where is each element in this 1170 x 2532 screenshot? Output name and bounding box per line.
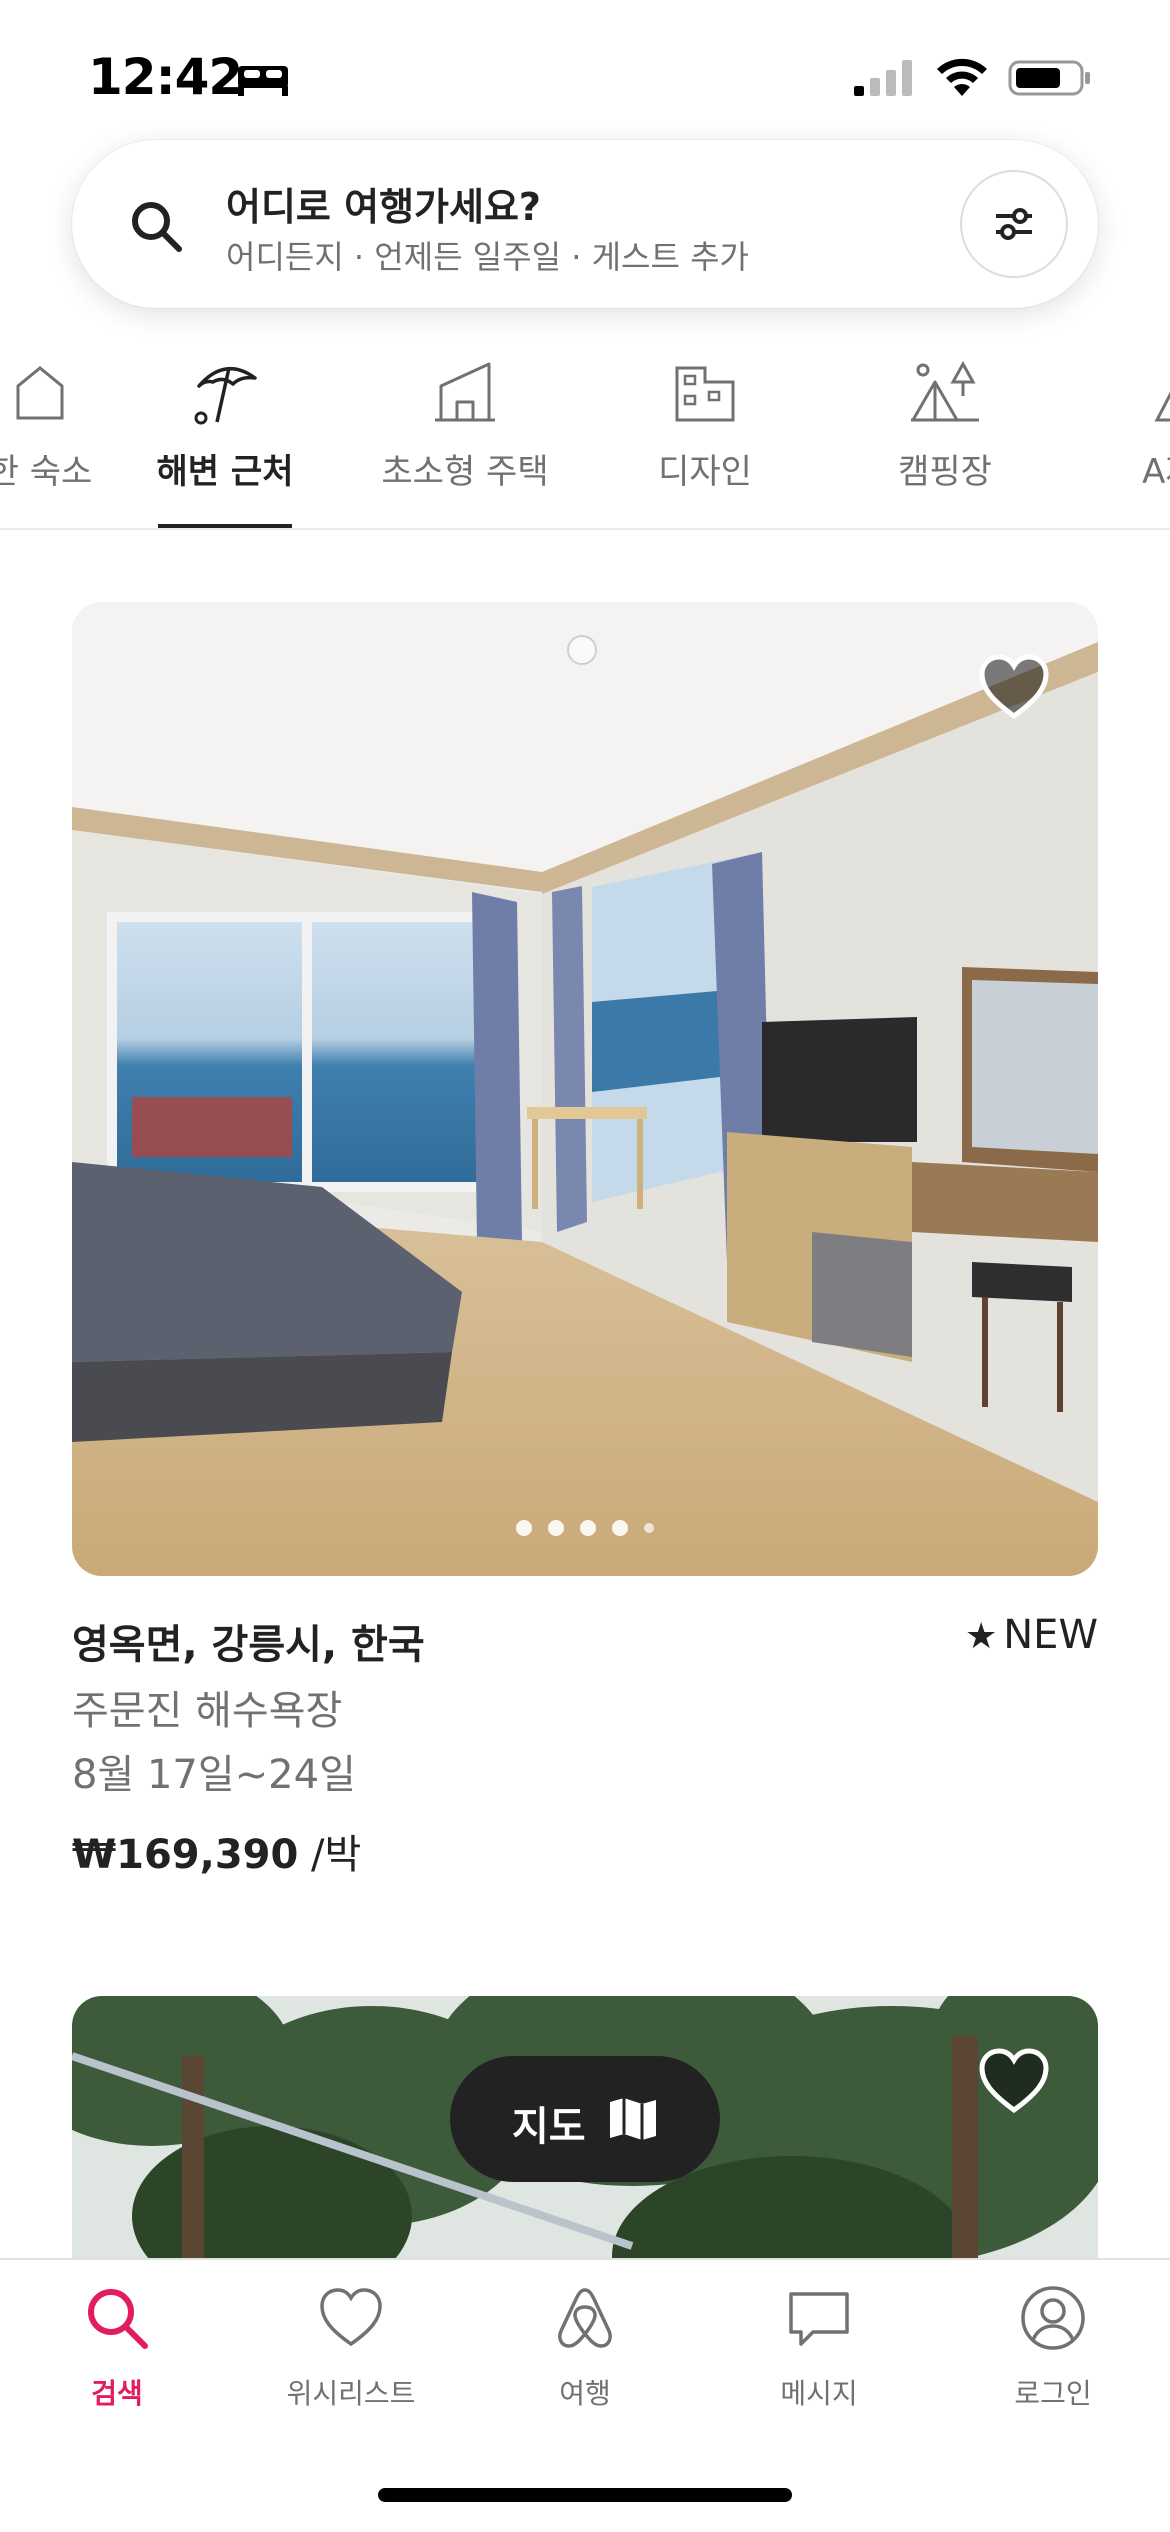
nav-label: 위시리스트 [286, 2377, 416, 2410]
house-icon [16, 366, 64, 420]
search-subtitle: 어디든지 · 언제든 일주일 · 게스트 추가 [226, 238, 749, 276]
wishlist-heart-icon[interactable] [978, 654, 1050, 720]
wifi-icon [937, 58, 987, 96]
category-a-frame[interactable]: A자형 [1085, 338, 1170, 528]
map-button-label: 지도 [512, 2104, 586, 2150]
nav-label: 로그인 [1014, 2377, 1092, 2410]
tiny-house-icon [435, 362, 495, 422]
pagination-dot [516, 1520, 532, 1536]
photo-pagination-dots [72, 1520, 1098, 1540]
nav-wishlist[interactable]: 위시리스트 [251, 2284, 451, 2414]
pagination-dot [644, 1523, 654, 1533]
category-house[interactable]: 한 숙소 [0, 338, 140, 528]
category-label: 초소형 주택 [381, 452, 549, 492]
rating-text: NEW [1003, 1612, 1098, 1658]
pagination-dot [548, 1520, 564, 1536]
nav-label: 여행 [559, 2377, 611, 2410]
filter-sliders-icon [996, 208, 1032, 240]
category-label: 캠핑장 [898, 452, 992, 492]
listing-title[interactable]: 영옥면, 강릉시, 한국 [72, 1612, 425, 1670]
map-icon [610, 2098, 656, 2140]
star-icon: ★ [964, 1616, 998, 1657]
listing-subtitle: 주문진 해수욕장 [72, 1688, 343, 1734]
category-bar: 한 숙소 해변 근처 초소형 주택 디자인 캠핑장 [0, 338, 1170, 530]
nav-trips[interactable]: 여행 [485, 2284, 685, 2414]
heart-icon [320, 2288, 382, 2347]
price-unit: /박 [298, 1832, 362, 1878]
camping-tent-icon [911, 360, 979, 422]
category-design[interactable]: 디자인 [605, 338, 805, 528]
sleep-bed-icon [238, 66, 288, 96]
category-label: 한 숙소 [0, 452, 93, 492]
active-category-underline [158, 524, 292, 528]
airbnb-logo-icon [558, 2288, 612, 2348]
status-time: 12:42 [88, 48, 243, 106]
search-icon [132, 202, 182, 252]
nav-search[interactable]: 검색 [17, 2284, 217, 2414]
category-label: A자형 [1142, 452, 1170, 492]
battery-icon [1008, 60, 1090, 96]
design-building-icon [675, 366, 735, 422]
beach-umbrella-icon [194, 366, 257, 425]
category-label: 디자인 [658, 452, 752, 492]
category-beach[interactable]: 해변 근처 [125, 338, 325, 528]
search-icon [88, 2289, 148, 2349]
nav-login[interactable]: 로그인 [953, 2284, 1153, 2414]
a-frame-icon [1154, 391, 1170, 422]
category-label: 해변 근처 [156, 452, 294, 492]
listing-price: ₩169,390 /박 [72, 1822, 361, 1880]
cellular-signal-icon [854, 60, 912, 96]
listing-dates: 8월 17일~24일 [72, 1752, 356, 1798]
nav-messages[interactable]: 메시지 [719, 2284, 919, 2414]
map-button[interactable]: 지도 [450, 2056, 720, 2182]
message-icon [789, 2292, 849, 2346]
home-indicator[interactable] [378, 2488, 792, 2502]
profile-icon [1021, 2286, 1085, 2350]
category-tiny-house[interactable]: 초소형 주택 [365, 338, 565, 528]
room-photo [72, 602, 1098, 1576]
status-bar: 12:42 [0, 0, 1170, 140]
listing-photo[interactable] [72, 602, 1098, 1576]
pagination-dot [612, 1520, 628, 1536]
wishlist-heart-icon[interactable] [978, 2048, 1050, 2114]
filter-button[interactable] [960, 170, 1068, 278]
price-amount: ₩169,390 [72, 1832, 299, 1878]
search-title: 어디로 여행가세요? [226, 185, 541, 229]
pagination-dot [580, 1520, 596, 1536]
listing-rating: ★ NEW [965, 1612, 1098, 1658]
nav-label: 메시지 [780, 2377, 858, 2410]
category-camping[interactable]: 캠핑장 [845, 338, 1045, 528]
search-bar[interactable]: 어디로 여행가세요? 어디든지 · 언제든 일주일 · 게스트 추가 [72, 140, 1098, 308]
nav-label: 검색 [91, 2377, 143, 2410]
